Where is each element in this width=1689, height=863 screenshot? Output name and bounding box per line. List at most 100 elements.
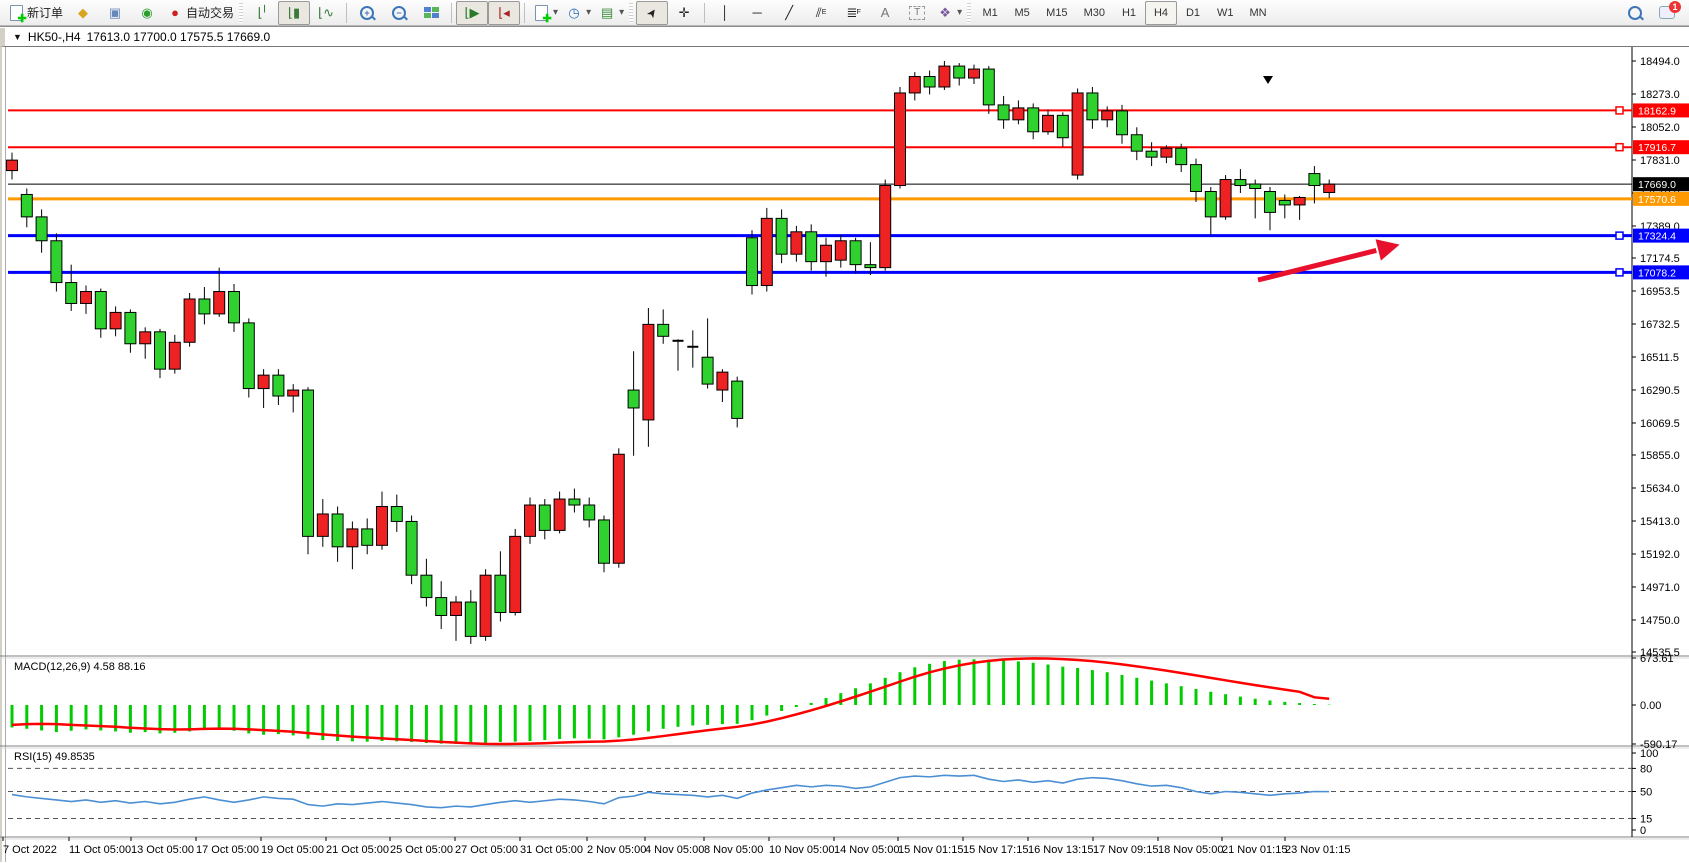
bar-chart-button[interactable]: ⌊╵ <box>246 1 278 25</box>
timeframe-label: M5 <box>1011 7 1034 19</box>
vertical-line-button[interactable]: │ <box>709 1 741 25</box>
rsi-label: RSI(15) 49.8535 <box>14 751 95 763</box>
time-label: 8 Nov 05:00 <box>704 844 763 856</box>
vline-icon: │ <box>717 5 733 21</box>
dropdown-caret: ▾ <box>619 7 624 18</box>
fibonacci-button[interactable]: ≣F <box>837 1 869 25</box>
time-label: 14 Nov 05:00 <box>834 844 899 856</box>
time-label: 23 Nov 01:15 <box>1285 844 1350 856</box>
time-label: 31 Oct 05:00 <box>520 844 583 856</box>
timeframe-button-h4[interactable]: H4 <box>1145 1 1177 25</box>
cursor-button[interactable]: ➤ <box>636 1 668 25</box>
macd-tick: 673.61 <box>1640 653 1674 665</box>
price-tick: 17831.0 <box>1640 155 1680 167</box>
time-label: 15 Nov 01:15 <box>898 844 963 856</box>
signals-button[interactable]: ◉ <box>131 1 163 25</box>
new-order-button[interactable]: ✚ 新订单 <box>4 1 67 25</box>
new-window-button[interactable]: ▣ <box>99 1 131 25</box>
axes <box>0 47 1689 839</box>
timeframe-button-mn[interactable]: MN <box>1241 1 1274 25</box>
time-label: 25 Oct 05:00 <box>390 844 453 856</box>
window-border <box>0 47 6 862</box>
price-tick: 16069.5 <box>1640 418 1680 430</box>
timeframe-label: M30 <box>1080 7 1109 19</box>
timeframe-button-w1[interactable]: W1 <box>1209 1 1242 25</box>
tile-windows-button[interactable] <box>415 1 447 25</box>
search-icon <box>1627 5 1643 21</box>
new-order-icon: ✚ <box>8 5 24 21</box>
line-chart-button[interactable]: ⌊∿ <box>310 1 342 25</box>
notifications-button[interactable]: 1 <box>1651 1 1683 25</box>
timeframe-button-m5[interactable]: M5 <box>1006 1 1038 25</box>
market-depth-button[interactable]: ◆ <box>67 1 99 25</box>
price-tag: 17078.2 <box>1638 267 1676 279</box>
chart-plot[interactable]: 18494.018273.018052.017831.017610.017389… <box>0 47 1689 862</box>
text-icon: A <box>877 5 893 21</box>
timeframe-label: H1 <box>1118 7 1140 19</box>
time-label: 4 Nov 05:00 <box>645 844 704 856</box>
price-tick: 15192.0 <box>1640 549 1680 561</box>
indicators-button[interactable]: ✚ ▾ <box>529 1 562 25</box>
auto-scroll-button[interactable]: ⌊▶ <box>456 1 488 25</box>
chart-window: ▼ HK50-,H4 17613.0 17700.0 17575.5 17669… <box>0 26 1689 863</box>
price-tick: 18494.0 <box>1640 56 1680 68</box>
timeframe-label: D1 <box>1182 7 1204 19</box>
timeframe-button-m30[interactable]: M30 <box>1076 1 1113 25</box>
signal-icon: ◉ <box>139 5 155 21</box>
notification-badge: 1 <box>1669 1 1681 13</box>
rsi-tick: 50 <box>1640 787 1652 799</box>
text-label-button[interactable]: T <box>901 1 933 25</box>
zoom-out-icon: − <box>391 5 407 21</box>
rsi-tick: 100 <box>1640 748 1658 760</box>
candlestick-chart-icon: ⌊▮ <box>286 5 302 21</box>
crosshair-button[interactable]: ✛ <box>668 1 700 25</box>
timeframe-bar: M1 M5 M15 M30 H1 H4 D1 W1MN <box>974 1 1274 25</box>
timeframe-label: W1 <box>1213 7 1238 19</box>
toolbar-separator <box>524 3 525 23</box>
price-tag: 18162.9 <box>1638 105 1676 117</box>
macd-signal-line <box>12 658 1329 744</box>
time-label: 17 Nov 09:15 <box>1093 844 1158 856</box>
chart-shift-button[interactable]: ⌊◂ <box>488 1 520 25</box>
toolbar-separator <box>346 3 347 23</box>
price-tick: 15634.0 <box>1640 483 1680 495</box>
price-tick: 15413.0 <box>1640 516 1680 528</box>
trend-arrow[interactable] <box>1258 239 1400 280</box>
time-label: 2 Nov 05:00 <box>587 844 646 856</box>
periods-button[interactable]: ◷ ▾ <box>562 1 595 25</box>
channel-icon: ⫽E <box>813 5 829 21</box>
timeframe-label: H4 <box>1150 7 1172 19</box>
cursor-icon: ➤ <box>641 1 663 23</box>
horizontal-line-button[interactable]: ─ <box>741 1 773 25</box>
new-order-label: 新订单 <box>27 4 63 21</box>
search-button[interactable] <box>1619 1 1651 25</box>
channel-button[interactable]: ⫽E <box>805 1 837 25</box>
chart-title-bar: ▼ HK50-,H4 17613.0 17700.0 17575.5 17669… <box>0 28 1689 47</box>
dropdown-caret: ▾ <box>586 7 591 18</box>
templates-button[interactable]: ▤ ▾ <box>595 1 628 25</box>
timeframe-button-d1[interactable]: D1 <box>1177 1 1209 25</box>
timeframe-label: M1 <box>979 7 1002 19</box>
chart-dropdown-icon[interactable]: ▼ <box>13 32 22 42</box>
text-button[interactable]: A <box>869 1 901 25</box>
zoom-out-button[interactable]: − <box>383 1 415 25</box>
time-label: 19 Oct 05:00 <box>261 844 324 856</box>
timeframe-button-m1[interactable]: M1 <box>974 1 1006 25</box>
tile-windows-icon <box>423 5 439 21</box>
arrows-button[interactable]: ❖ ▾ <box>933 1 966 25</box>
time-label: 11 Oct 05:00 <box>69 844 131 856</box>
rsi-tick: 80 <box>1640 763 1652 775</box>
zoom-in-button[interactable]: + <box>351 1 383 25</box>
price-tick: 14750.0 <box>1640 615 1680 627</box>
timeframe-button-m15[interactable]: M15 <box>1038 1 1075 25</box>
crosshair-icon: ✛ <box>676 5 692 21</box>
auto-trading-button[interactable]: ● 自动交易 <box>163 1 238 25</box>
dropdown-caret: ▾ <box>553 7 558 18</box>
hline-icon: ─ <box>749 5 765 21</box>
bar-chart-icon: ⌊╵ <box>254 5 270 21</box>
toolbar-grip <box>239 3 243 23</box>
candlestick-chart-button[interactable]: ⌊▮ <box>278 1 310 25</box>
time-label: 21 Nov 01:15 <box>1222 844 1287 856</box>
trendline-button[interactable]: ╱ <box>773 1 805 25</box>
timeframe-button-h1[interactable]: H1 <box>1113 1 1145 25</box>
